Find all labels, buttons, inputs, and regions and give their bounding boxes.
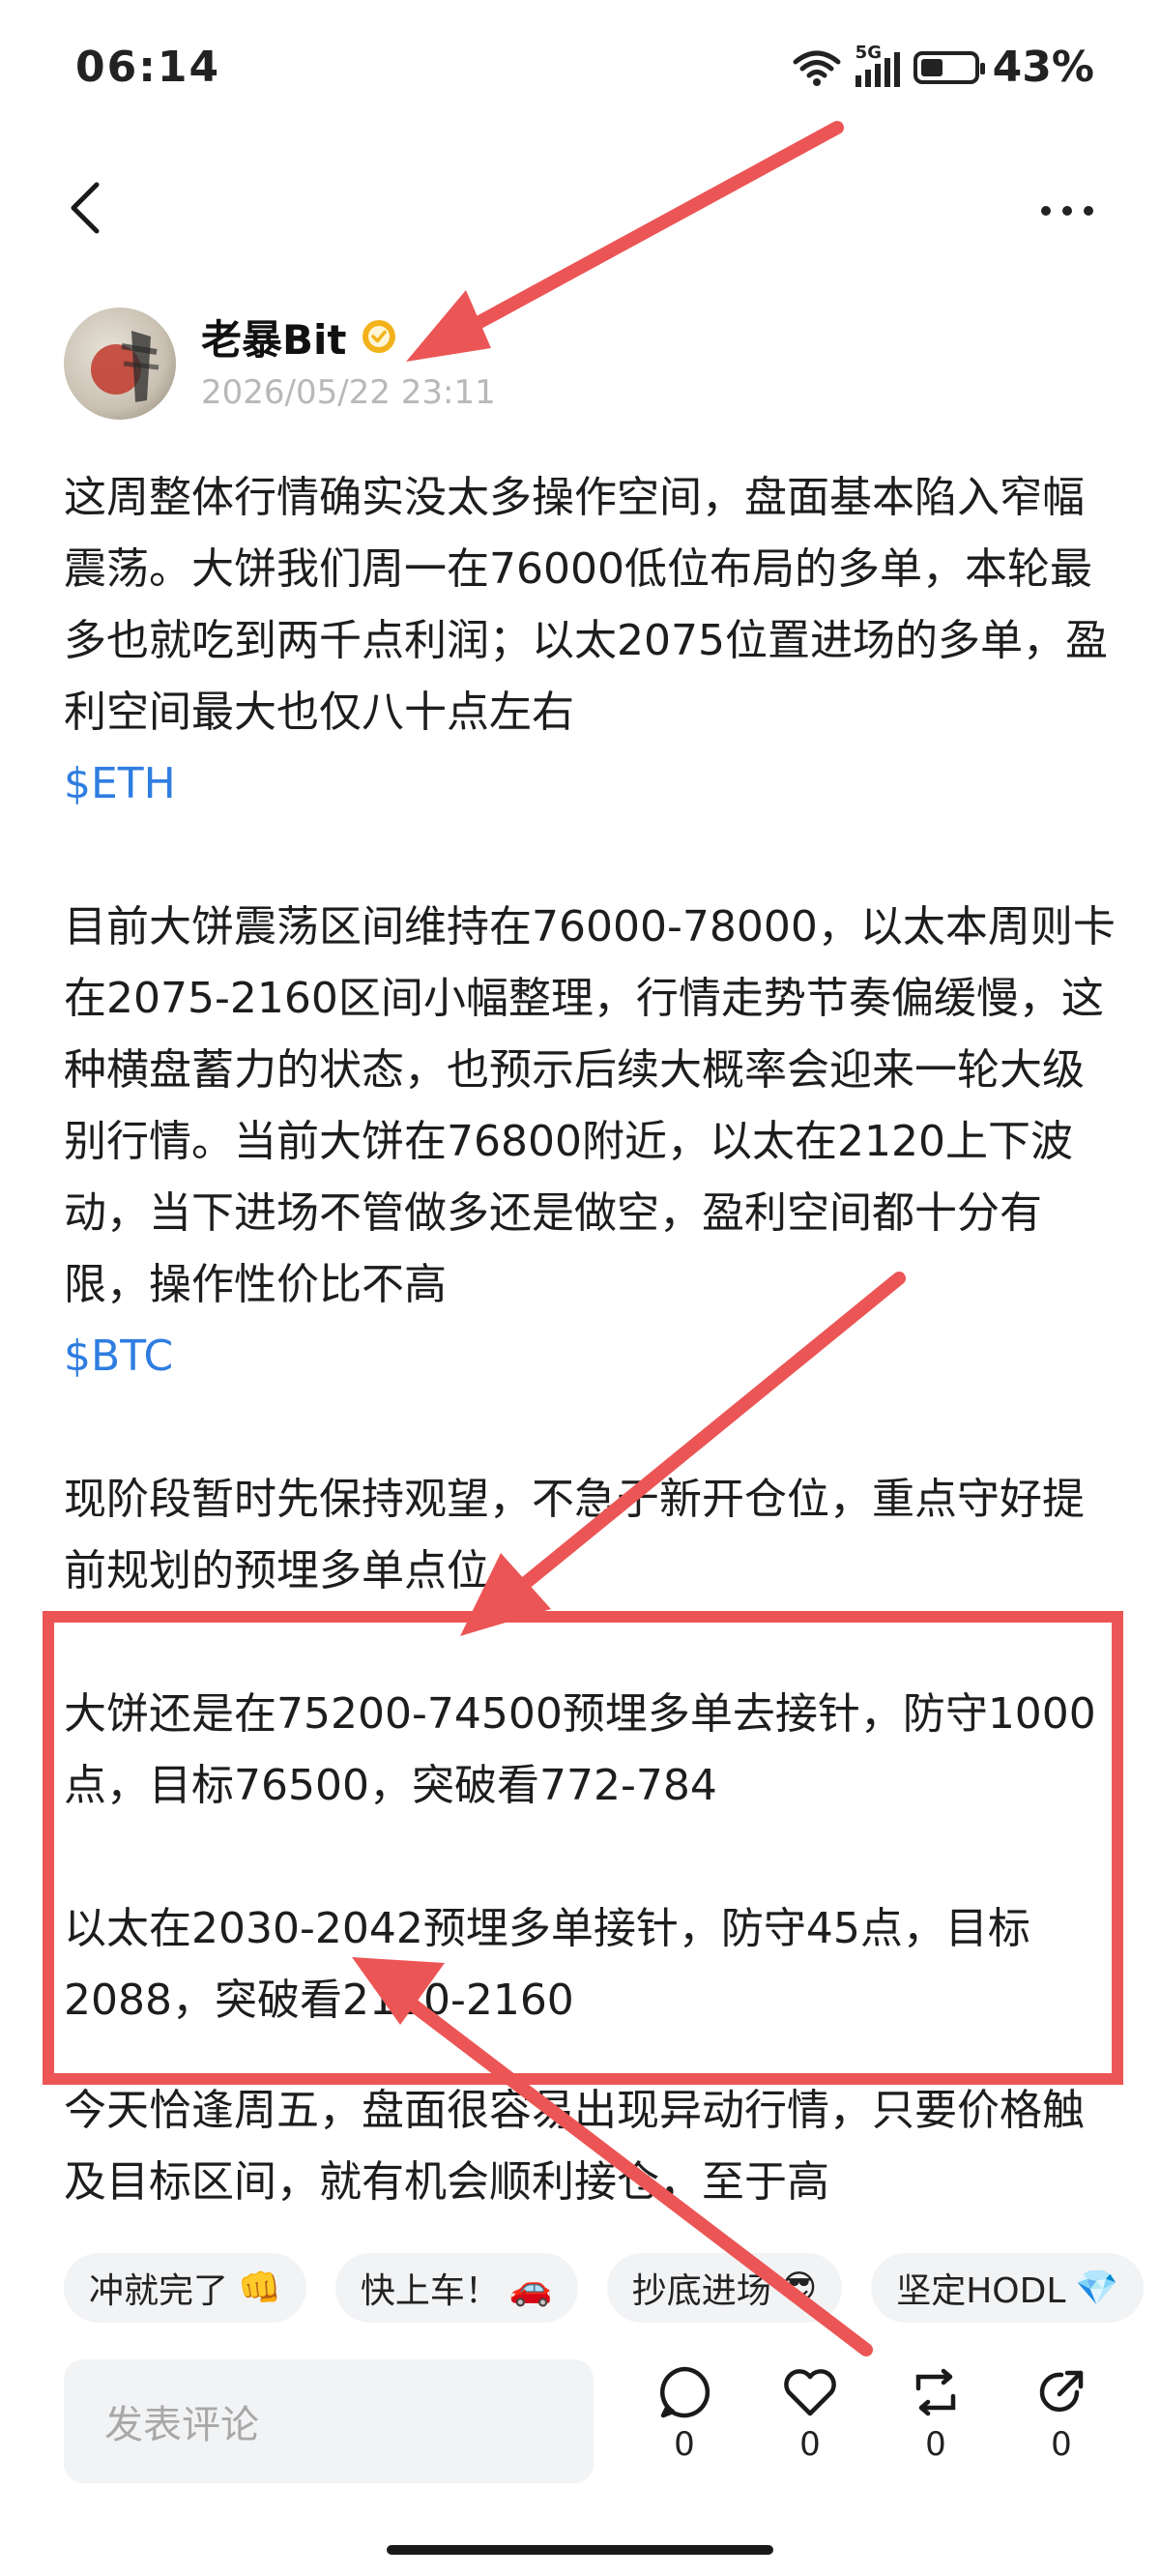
network-type-label: 5G [855, 42, 882, 63]
home-indicator[interactable] [387, 2545, 773, 2555]
share-button[interactable]: 0 [1027, 2363, 1096, 2464]
action-bar: 0 0 0 0 [650, 2363, 1096, 2464]
hashtag-link[interactable]: $BTC [64, 1332, 173, 1381]
chip-label: 坚定HODL [896, 2271, 1066, 2311]
more-dot-icon [1062, 206, 1072, 216]
wifi-icon [793, 50, 841, 86]
sunglasses-emoji-icon: 😎 [780, 2268, 818, 2308]
post-paragraph: 现阶段暂时先保持观望，不急于新开仓位，重点守好提前规划的预埋多单点位。 [64, 1475, 1085, 1595]
chevron-left-icon [71, 182, 100, 234]
battery-icon [913, 50, 985, 84]
comment-count: 0 [674, 2425, 695, 2464]
annotation-arrow-author [406, 121, 844, 362]
share-icon [1039, 2370, 1084, 2413]
battery-percent: 43% [992, 43, 1094, 92]
comment-placeholder: 发表评论 [104, 2403, 259, 2447]
avatar-image [91, 331, 160, 402]
post-paragraph: 目前大饼震荡区间维持在76000-78000，以太本周则卡在2075-2160区… [64, 902, 1116, 1309]
quick-reply-chip[interactable]: 冲就完了 👊 [64, 2253, 306, 2323]
comment-button[interactable]: 0 [650, 2363, 719, 2464]
share-count: 0 [1051, 2425, 1072, 2464]
more-options-button[interactable] [1029, 182, 1106, 240]
avatar[interactable] [64, 307, 176, 420]
diamond-emoji-icon: 💎 [1075, 2269, 1119, 2308]
verified-badge-icon [360, 317, 398, 356]
like-count: 0 [799, 2425, 821, 2464]
post-paragraph: 今天恰逢周五，盘面很容易出现异动行情，只要价格触及目标区间，就有机会顺利接仓，至… [64, 2086, 1085, 2207]
like-button[interactable]: 0 [775, 2363, 845, 2464]
battery-fill [920, 58, 942, 76]
chip-label: 快上车！ [360, 2271, 500, 2311]
heart-icon [784, 2369, 836, 2416]
highlight-box-annotation [43, 1611, 1123, 2085]
quick-reply-chip[interactable]: 坚定HODL 💎 [871, 2253, 1145, 2323]
post-date: 2026/05/22 23:11 [201, 373, 496, 412]
post-paragraph: 这周整体行情确实没太多操作空间，盘面基本陷入窄幅震荡。大饼我们周一在76000低… [64, 473, 1108, 737]
chip-label: 抄底进场 [631, 2271, 771, 2311]
fist-emoji-icon: 👊 [238, 2269, 281, 2308]
hashtag-link[interactable]: $ETH [64, 759, 176, 808]
status-icons: 5G 43% [792, 43, 1094, 92]
quick-reply-chip[interactable]: 抄底进场 😎 [606, 2253, 843, 2323]
status-time: 06:14 [75, 43, 221, 92]
quick-reply-row: 冲就完了 👊 快上车！ 🚗 抄底进场 😎 坚定HODL 💎 [64, 2253, 1145, 2323]
repost-count: 0 [925, 2425, 946, 2464]
back-button[interactable] [54, 174, 116, 242]
comment-icon [659, 2366, 710, 2418]
chip-label: 冲就完了 [89, 2271, 229, 2311]
repost-button[interactable]: 0 [901, 2363, 971, 2464]
quick-reply-chip[interactable]: 快上车！ 🚗 [334, 2253, 578, 2323]
comment-input[interactable]: 发表评论 [64, 2359, 594, 2483]
repost-icon [915, 2368, 956, 2416]
more-dot-icon [1084, 206, 1093, 216]
car-emoji-icon: 🚗 [508, 2269, 553, 2308]
more-dot-icon [1041, 206, 1051, 216]
cellular-signal-icon: 5G [855, 43, 900, 87]
author-name[interactable]: 老暴Bit [201, 307, 347, 366]
status-bar: 06:14 5G 43% [0, 0, 1160, 135]
